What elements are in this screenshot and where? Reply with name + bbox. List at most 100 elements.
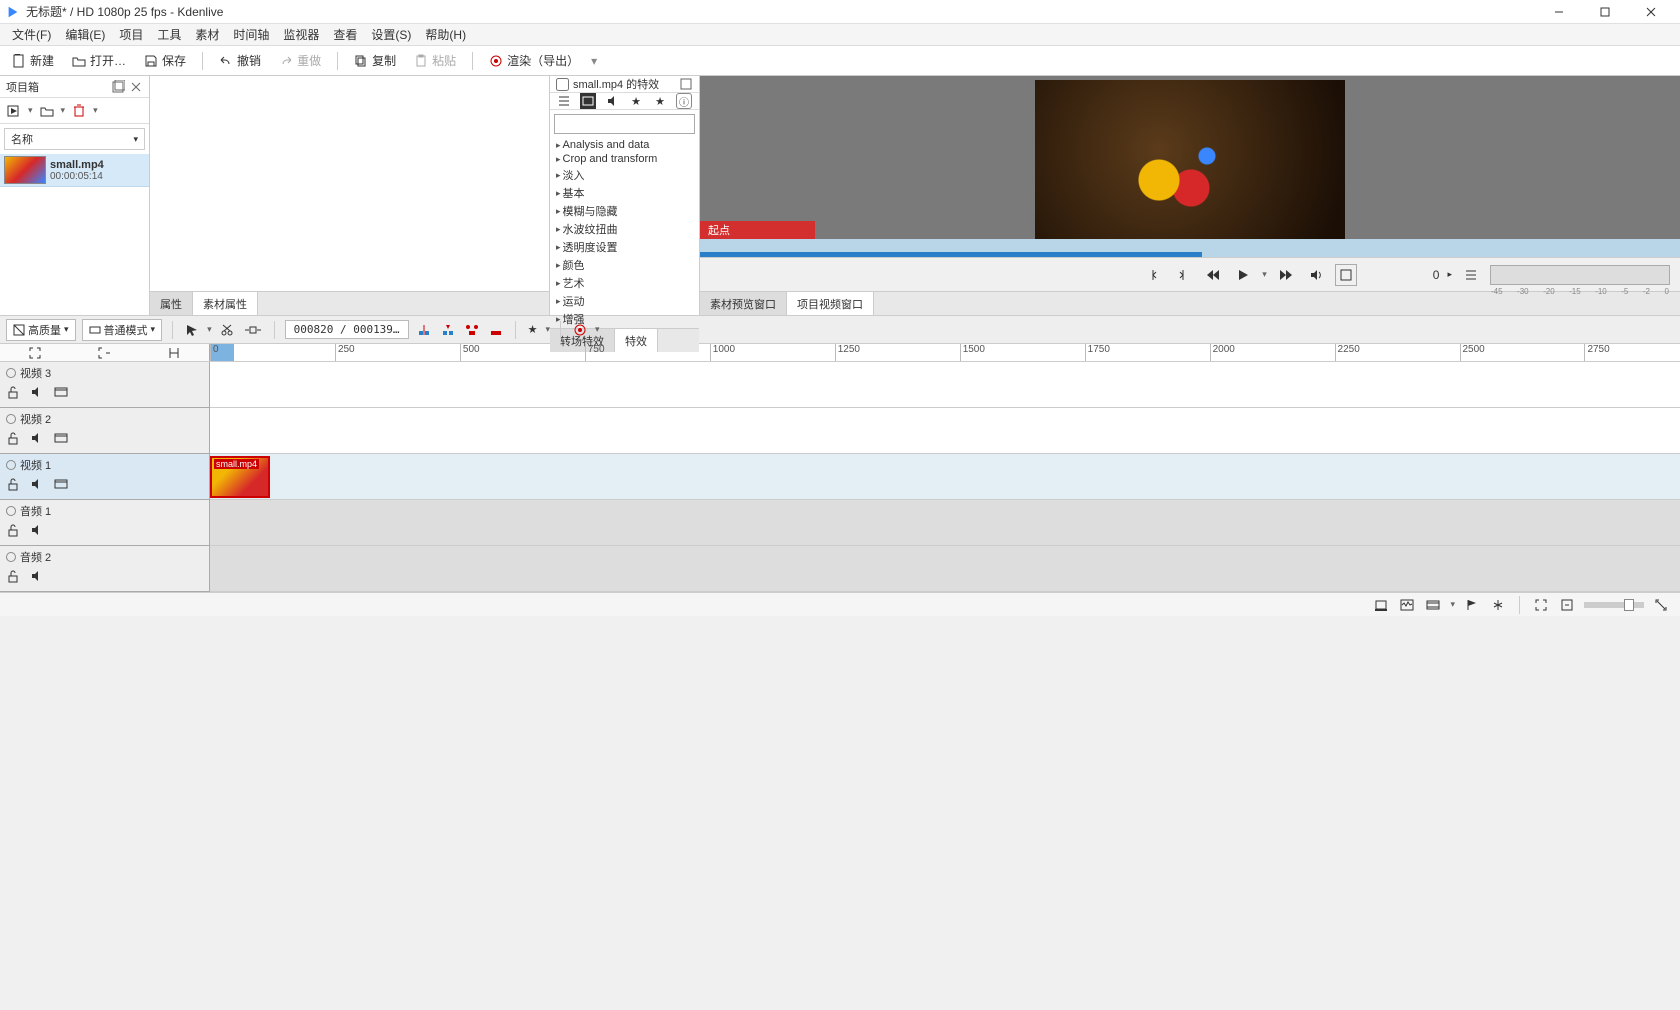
timeline-ruler[interactable]: 0 250 500 750 1000 1250 1500 1750 2000 2… [210,344,1680,361]
menu-clip[interactable]: 素材 [189,24,225,45]
menu-monitor[interactable]: 监视器 [277,24,325,45]
sb-thumb-icon[interactable] [1372,596,1390,614]
bin-delete-icon[interactable] [71,103,87,119]
marker4-icon[interactable] [487,321,505,339]
timeline-position[interactable]: 000820 / 000139… [285,320,409,339]
effects-audio-icon[interactable] [604,93,620,109]
effects-list-icon[interactable] [556,93,572,109]
record-icon[interactable] [571,321,589,339]
menu-settings[interactable]: 设置(S) [365,24,417,45]
effects-video-icon[interactable] [580,93,596,109]
rewind-button[interactable] [1202,264,1224,286]
track-area[interactable]: small.mp4 [210,362,1680,592]
effect-category[interactable]: ▸基本 [550,184,699,202]
mute-icon[interactable] [30,523,44,537]
mode-select[interactable]: 普通模式▾ [82,319,163,341]
effect-category[interactable]: ▸透明度设置 [550,238,699,256]
maximize-button[interactable] [1582,0,1628,24]
zone-in-button[interactable] [1142,264,1164,286]
zoom-tool-icon[interactable] [97,346,111,360]
sb-zoomfit-icon[interactable] [1532,596,1550,614]
bin-close-icon[interactable] [129,80,143,94]
redo-button[interactable]: 重做 [273,49,327,72]
effects-search-input[interactable] [554,114,695,134]
favorite-icon[interactable]: ★ [526,321,540,338]
close-button[interactable] [1628,0,1674,24]
effects-star-icon[interactable]: ★ [628,93,644,109]
effect-category[interactable]: ▸水波纹扭曲 [550,220,699,238]
video-icon[interactable] [54,431,68,445]
mute-icon[interactable] [30,385,44,399]
timeline-clip[interactable]: small.mp4 [210,456,270,498]
fullscreen-button[interactable] [1335,264,1357,286]
quality-select[interactable]: 高质量▾ [6,319,76,341]
menu-project[interactable]: 项目 [113,24,149,45]
sb-zoomout-icon[interactable] [1558,596,1576,614]
monitor-view[interactable]: 起点 [700,76,1680,257]
zone-out-button[interactable] [1172,264,1194,286]
track-header[interactable]: 视频 3 [0,362,209,408]
effect-category[interactable]: ▸Crop and transform [550,152,699,166]
sb-film-icon[interactable] [1424,596,1442,614]
zoom-slider[interactable] [1584,602,1644,608]
menu-help[interactable]: 帮助(H) [419,24,472,45]
copy-button[interactable]: 复制 [348,49,402,72]
marker1-icon[interactable] [415,321,433,339]
marker2-icon[interactable] [439,321,457,339]
bin-float-icon[interactable] [111,80,125,94]
lock-icon[interactable] [6,477,20,491]
menu-tool[interactable]: 工具 [151,24,187,45]
lock-icon[interactable] [6,523,20,537]
effect-category[interactable]: ▸淡入 [550,166,699,184]
effect-category[interactable]: ▸艺术 [550,274,699,292]
minimize-button[interactable] [1536,0,1582,24]
track-header[interactable]: 视频 2 [0,408,209,454]
track-header[interactable]: 视频 1 [0,454,209,500]
bin-folder-icon[interactable] [39,103,55,119]
effect-category[interactable]: ▸模糊与隐藏 [550,202,699,220]
bin-item[interactable]: small.mp4 00:00:05:14 [0,154,149,187]
play-button[interactable] [1232,264,1254,286]
effects-star2-icon[interactable]: ★ [652,93,668,109]
bin-filter[interactable]: 名称▾ [4,128,145,150]
undo-button[interactable]: 撤销 [213,49,267,72]
track-header[interactable]: 音频 2 [0,546,209,592]
lock-icon[interactable] [6,385,20,399]
monitor-start-marker[interactable]: 起点 [700,221,815,239]
lock-icon[interactable] [6,431,20,445]
marker3-icon[interactable] [463,321,481,339]
sb-wave-icon[interactable] [1398,596,1416,614]
new-button[interactable]: 新建 [6,49,60,72]
track-header[interactable]: 音频 1 [0,500,209,546]
menu-view[interactable]: 查看 [327,24,363,45]
effects-clip-checkbox[interactable] [556,78,569,91]
sb-flag-icon[interactable] [1463,596,1481,614]
effect-category[interactable]: ▸运动 [550,292,699,310]
video-icon[interactable] [54,385,68,399]
spacer-tool-icon[interactable] [242,322,264,338]
menu-file[interactable]: 文件(F) [6,24,57,45]
effect-category[interactable]: ▸颜色 [550,256,699,274]
effects-info-icon[interactable]: ⓘ [676,93,692,109]
mute-icon[interactable] [30,477,44,491]
volume-button[interactable] [1305,264,1327,286]
effects-panel-maximize-icon[interactable] [679,77,693,91]
tab-clip-properties[interactable]: 素材属性 [193,292,258,315]
tab-clip-monitor[interactable]: 素材预览窗口 [700,292,787,315]
menu-timeline[interactable]: 时间轴 [227,24,275,45]
open-button[interactable]: 打开… [66,49,132,72]
monitor-menu-icon[interactable] [1460,264,1482,286]
lock-icon[interactable] [6,569,20,583]
select-tool-icon[interactable] [183,321,201,339]
paste-button[interactable]: 粘贴 [408,49,462,72]
tab-project-monitor[interactable]: 项目视频窗口 [787,292,874,315]
razor-tool-icon[interactable] [218,321,236,339]
fit-zoom-icon[interactable] [28,346,42,360]
mute-icon[interactable] [30,431,44,445]
snap-icon[interactable] [167,346,181,360]
tab-properties[interactable]: 属性 [150,292,193,315]
sb-zoomin-icon[interactable] [1652,596,1670,614]
render-button[interactable]: 渲染（导出） [483,49,585,72]
video-icon[interactable] [54,477,68,491]
forward-button[interactable] [1275,264,1297,286]
